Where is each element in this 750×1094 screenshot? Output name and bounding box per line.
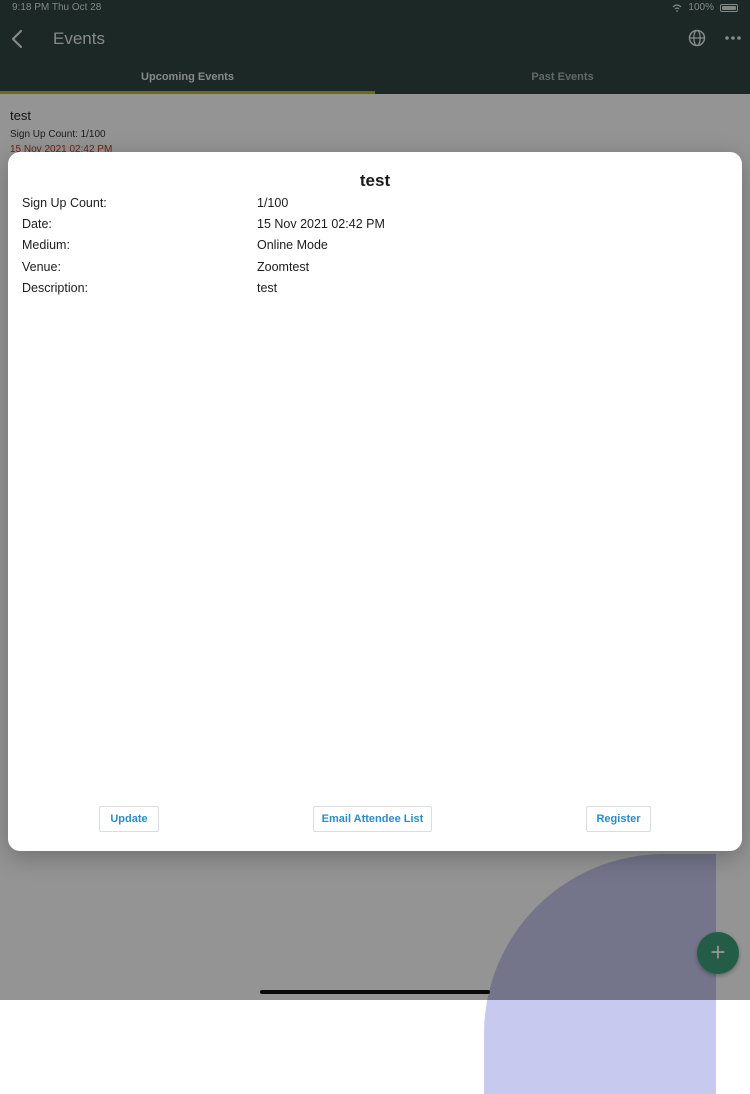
detail-label: Medium:	[22, 238, 70, 253]
event-detail-modal: test Sign Up Count: 1/100 Date: 15 Nov 2…	[8, 152, 742, 851]
detail-label: Sign Up Count:	[22, 196, 107, 210]
update-button[interactable]: Update	[99, 806, 159, 832]
detail-value: Online Mode	[257, 238, 328, 253]
modal-actions: Update Email Attendee List Register	[8, 806, 742, 832]
detail-value: 15 Nov 2021 02:42 PM	[257, 217, 385, 232]
modal-title: test	[359, 171, 391, 190]
detail-label: Venue:	[22, 259, 61, 274]
email-attendee-list-button[interactable]: Email Attendee List	[313, 806, 432, 832]
detail-value: test	[257, 280, 278, 295]
detail-value: Zoomtest	[257, 259, 310, 274]
detail-value: 1/100	[257, 196, 289, 210]
detail-label: Date:	[22, 217, 52, 232]
detail-label: Description:	[22, 280, 88, 295]
register-button[interactable]: Register	[586, 806, 651, 832]
